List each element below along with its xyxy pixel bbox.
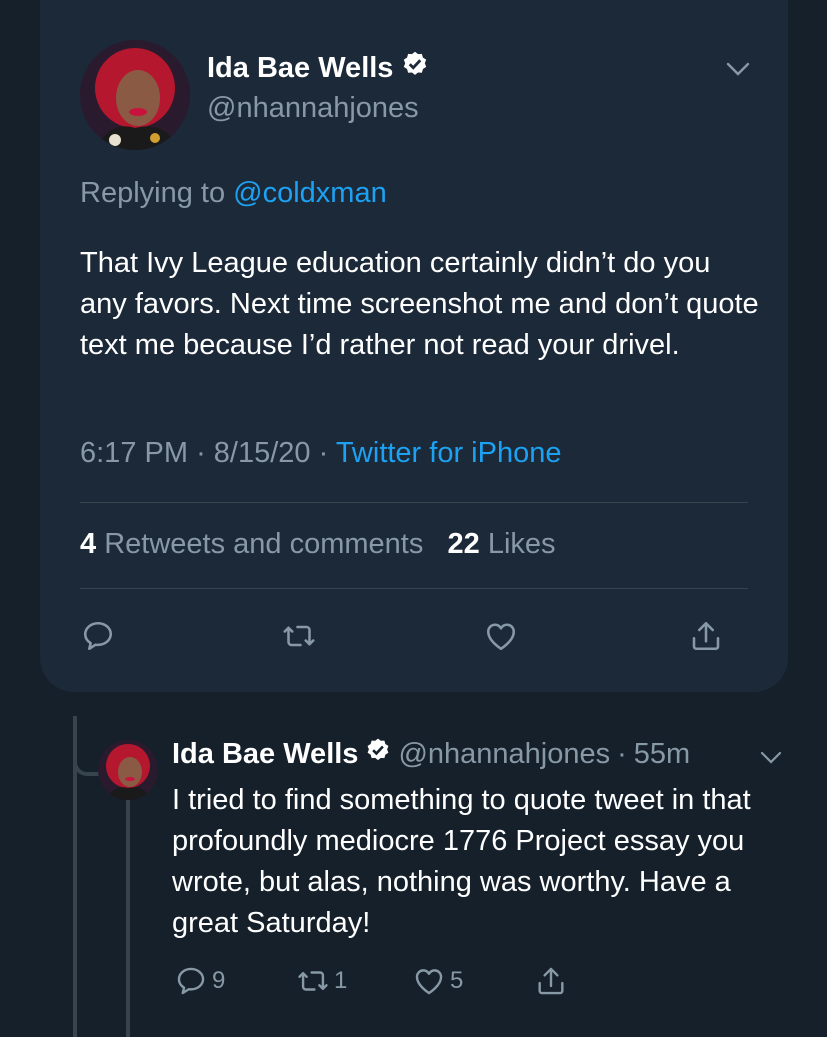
replying-to: Replying to @coldxman xyxy=(80,177,387,210)
reply-count: 9 xyxy=(212,967,226,994)
reply-share-button[interactable] xyxy=(534,964,568,998)
reply-icon[interactable] xyxy=(80,618,116,654)
likes-label: Likes xyxy=(487,528,556,560)
retweet-icon[interactable] xyxy=(281,618,317,654)
avatar[interactable] xyxy=(80,40,190,150)
tweet-stats: 4 Retweets and comments 22 Likes xyxy=(80,528,556,561)
tweet-date: 8/15/20 xyxy=(213,437,311,469)
reply-separator: · xyxy=(617,737,627,770)
reply-icon xyxy=(177,967,205,995)
retweet-icon xyxy=(298,971,328,991)
share-icon xyxy=(538,967,564,995)
tweet-meta: 6:17 PM · 8/15/20 · Twitter for iPhone xyxy=(80,437,561,470)
tweet-source-link[interactable]: Twitter for iPhone xyxy=(336,437,562,469)
meta-separator: · xyxy=(196,437,214,469)
verified-badge-icon xyxy=(401,50,429,86)
divider xyxy=(80,502,748,503)
share-icon[interactable] xyxy=(688,618,724,654)
retweet-count: 1 xyxy=(334,967,348,994)
like-count: 5 xyxy=(450,967,464,994)
reply-like-button[interactable]: 5 xyxy=(412,964,463,998)
author-name[interactable]: Ida Bae Wells xyxy=(207,52,393,85)
reply-thread-line xyxy=(126,800,130,1037)
reply-avatar[interactable] xyxy=(98,740,158,800)
author-handle[interactable]: @nhannahjones xyxy=(207,92,419,125)
reply-author-handle[interactable]: @nhannahjones xyxy=(398,738,610,771)
like-icon[interactable] xyxy=(483,618,519,654)
reply-timestamp[interactable]: 55m xyxy=(634,738,690,771)
replying-prefix: Replying to xyxy=(80,177,234,209)
author-name-row: Ida Bae Wells xyxy=(207,50,429,86)
replying-to-link[interactable]: @coldxman xyxy=(233,177,387,209)
retweets-count: 4 xyxy=(80,528,97,560)
retweets-label: Retweets and comments xyxy=(104,528,424,560)
reply-text: I tried to find something to quote tweet… xyxy=(172,784,751,939)
likes-stat[interactable]: 22 Likes xyxy=(448,528,556,560)
retweets-stat[interactable]: 4 Retweets and comments xyxy=(80,528,423,560)
tweet-text: That Ivy League education certainly didn… xyxy=(80,247,759,361)
divider xyxy=(80,588,748,589)
like-icon xyxy=(415,969,443,995)
chevron-down-icon[interactable] xyxy=(722,56,754,82)
reply-header: Ida Bae Wells @nhannahjones · 55m xyxy=(172,737,690,771)
chevron-down-icon[interactable] xyxy=(757,746,785,768)
reply-retweet-button[interactable]: 1 xyxy=(296,964,347,998)
verified-badge-icon xyxy=(365,737,391,771)
meta-separator: · xyxy=(318,437,336,469)
likes-count: 22 xyxy=(447,528,480,560)
reply-author-name[interactable]: Ida Bae Wells xyxy=(172,738,358,771)
tweet-time: 6:17 PM xyxy=(80,437,188,469)
reply-reply-button[interactable]: 9 xyxy=(174,964,225,998)
